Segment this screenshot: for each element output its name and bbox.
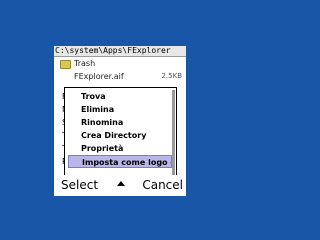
- menu-item-rinomina[interactable]: Rinomina: [68, 116, 172, 129]
- path-bar: C:\system\Apps\FExplorer: [54, 46, 186, 57]
- menu-item-imposta-logo[interactable]: Imposta come logo o...: [68, 155, 172, 168]
- up-arrow-icon: [117, 181, 125, 186]
- cancel-softkey[interactable]: Cancel: [142, 175, 183, 195]
- file-name: Trash: [74, 59, 96, 68]
- file-row-trash[interactable]: Trash: [54, 57, 186, 70]
- menu-item-crea-directory[interactable]: Crea Directory: [68, 129, 172, 142]
- menu-item-trova[interactable]: Trova: [68, 90, 172, 103]
- folder-icon: [60, 60, 71, 69]
- menu-item-proprieta[interactable]: Proprietà: [68, 142, 172, 155]
- file-size: 2.5KB: [161, 72, 182, 80]
- file-name: FExplorer.aif: [74, 72, 124, 81]
- softkey-bar: Select Cancel: [54, 175, 186, 195]
- select-softkey[interactable]: Select: [61, 175, 98, 195]
- file-row-aif[interactable]: FExplorer.aif 2.5KB: [54, 70, 186, 83]
- menu-item-elimina[interactable]: Elimina: [68, 103, 172, 116]
